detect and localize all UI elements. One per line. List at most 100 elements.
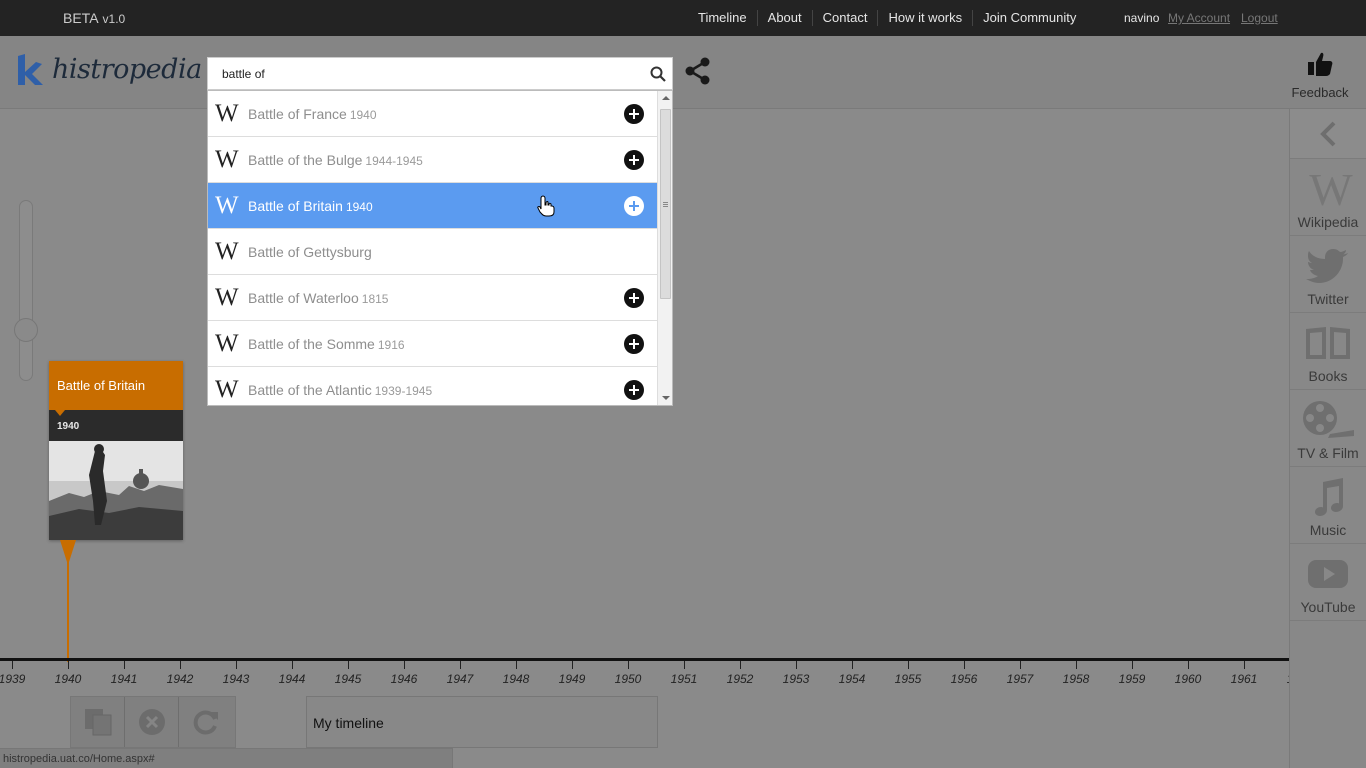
delete-button[interactable]: [125, 697, 179, 747]
timeline-tick: [180, 661, 181, 669]
wikipedia-icon: W: [215, 238, 239, 265]
search-result-year: 1916: [377, 338, 405, 352]
search-result-text: Battle of the Bulge 1944-1945: [248, 152, 423, 168]
sidebar-item-label: YouTube: [1300, 599, 1356, 615]
timeline-year-labels[interactable]: 1939 1940 1941 1942 1943 1944 1945 1946 1947 1948…: [0, 661, 1289, 691]
thumbs-up-icon: [1308, 52, 1333, 76]
add-to-timeline-icon[interactable]: [624, 334, 644, 354]
add-to-timeline-icon[interactable]: [624, 104, 644, 124]
zoom-slider-handle[interactable]: [14, 318, 38, 342]
status-bar-url: histropedia.uat.co/Home.aspx#: [0, 748, 453, 768]
logo-text: histropedia: [52, 53, 202, 85]
logout-link[interactable]: Logout: [1241, 11, 1278, 25]
search-result-row[interactable]: W Battle of Waterloo 1815: [208, 275, 657, 321]
add-to-timeline-icon[interactable]: [624, 380, 644, 400]
search-result-title: Battle of France: [248, 106, 347, 122]
search-input[interactable]: [222, 64, 632, 84]
search-results-dropdown: W Battle of France 1940 W Battle of the Bulg…: [207, 90, 673, 406]
timeline-year-label: 1962: [1287, 672, 1289, 686]
timeline-year-label: 1950: [614, 672, 642, 686]
timeline-tick: [1020, 661, 1021, 669]
wikipedia-icon: W: [215, 330, 239, 357]
search-result-row[interactable]: W Battle of Britain 1940: [208, 183, 657, 229]
wikipedia-icon: W: [215, 192, 239, 219]
timeline-year-label: 1944: [278, 672, 306, 686]
nav-timeline[interactable]: Timeline: [688, 10, 757, 26]
search-result-text: Battle of the Somme 1916: [248, 336, 405, 352]
search-result-row[interactable]: W Battle of Gettysburg: [208, 229, 657, 275]
search-result-title: Battle of the Atlantic: [248, 382, 372, 398]
sidebar-item-books[interactable]: Books: [1290, 313, 1366, 390]
search-result-row[interactable]: W Battle of the Atlantic 1939-1945: [208, 367, 657, 405]
timeline-tick: [908, 661, 909, 669]
add-to-timeline-icon[interactable]: [624, 288, 644, 308]
search-result-title: Battle of Britain: [248, 198, 343, 214]
sidebar-item-tv-film[interactable]: TV & Film: [1290, 390, 1366, 467]
timeline-name-field[interactable]: My timeline: [306, 696, 658, 748]
search-result-row[interactable]: W Battle of France 1940: [208, 91, 657, 137]
search-result-title: Battle of Waterloo: [248, 290, 359, 306]
timeline-tick: [460, 661, 461, 669]
timeline-tick: [572, 661, 573, 669]
zoom-slider-track[interactable]: [19, 200, 33, 381]
search-box: [207, 57, 673, 90]
timeline-tick: [796, 661, 797, 669]
timeline-year-label: 1957: [1006, 672, 1034, 686]
timeline-year-label: 1958: [1062, 672, 1090, 686]
timeline-tick: [628, 661, 629, 669]
event-card-title: Battle of Britain: [49, 361, 183, 416]
nav-about[interactable]: About: [756, 10, 812, 26]
timeline-tick: [516, 661, 517, 669]
timeline-year-label: 1956: [950, 672, 978, 686]
music-note-icon: [1290, 475, 1366, 519]
scroll-down-icon[interactable]: [662, 396, 670, 400]
sidebar-item-youtube[interactable]: YouTube: [1290, 544, 1366, 621]
scrollbar-thumb[interactable]: [660, 109, 671, 299]
sidebar-item-twitter[interactable]: Twitter: [1290, 236, 1366, 313]
version-label: v1.0: [102, 12, 126, 26]
scroll-up-icon[interactable]: [662, 96, 670, 100]
search-icon[interactable]: [650, 66, 666, 82]
sidebar-item-label: TV & Film: [1297, 445, 1359, 461]
timeline-year-label: 1941: [110, 672, 138, 686]
sidebar-collapse-button[interactable]: [1290, 109, 1366, 159]
results-scrollbar[interactable]: [657, 91, 672, 405]
sidebar-item-music[interactable]: Music: [1290, 467, 1366, 544]
logo[interactable]: histropedia: [16, 52, 202, 86]
search-result-year: 1939-1945: [374, 384, 433, 398]
sidebar-item-wikipedia[interactable]: W Wikipedia: [1290, 159, 1366, 236]
nav-contact[interactable]: Contact: [811, 10, 878, 26]
copy-icon: [84, 709, 111, 736]
wikipedia-icon: W: [215, 284, 239, 311]
event-card[interactable]: Battle of Britain 1940: [49, 361, 183, 540]
refresh-icon: [193, 710, 218, 735]
nav-how-it-works[interactable]: How it works: [877, 10, 972, 26]
share-icon[interactable]: [684, 57, 712, 85]
feedback-button[interactable]: Feedback: [1290, 50, 1350, 100]
my-account-link[interactable]: My Account: [1168, 11, 1230, 25]
add-to-timeline-icon[interactable]: [624, 150, 644, 170]
chevron-left-icon: [1320, 121, 1336, 146]
timeline-year-label: 1949: [558, 672, 586, 686]
book-icon: [1290, 321, 1366, 365]
timeline-year-label: 1951: [670, 672, 698, 686]
timeline-tick: [292, 661, 293, 669]
timeline-tick: [1132, 661, 1133, 669]
timeline-tick: [1076, 661, 1077, 669]
timeline-year-label: 1942: [166, 672, 194, 686]
timeline-tick: [740, 661, 741, 669]
timeline-year-label: 1945: [334, 672, 362, 686]
copy-button[interactable]: [71, 697, 125, 747]
sidebar-item-label: Twitter: [1307, 291, 1349, 307]
username: navino: [1124, 11, 1160, 25]
timeline-tick: [1188, 661, 1189, 669]
timeline-year-label: 1955: [894, 672, 922, 686]
wikipedia-icon: W: [1309, 163, 1352, 215]
nav-join-community[interactable]: Join Community: [972, 10, 1086, 26]
timeline-year-label: 1953: [782, 672, 810, 686]
search-result-row[interactable]: W Battle of the Bulge 1944-1945: [208, 137, 657, 183]
timeline-year-label: 1959: [1118, 672, 1146, 686]
add-to-timeline-icon[interactable]: [624, 196, 644, 216]
search-result-row[interactable]: W Battle of the Somme 1916: [208, 321, 657, 367]
refresh-button[interactable]: [179, 697, 233, 747]
